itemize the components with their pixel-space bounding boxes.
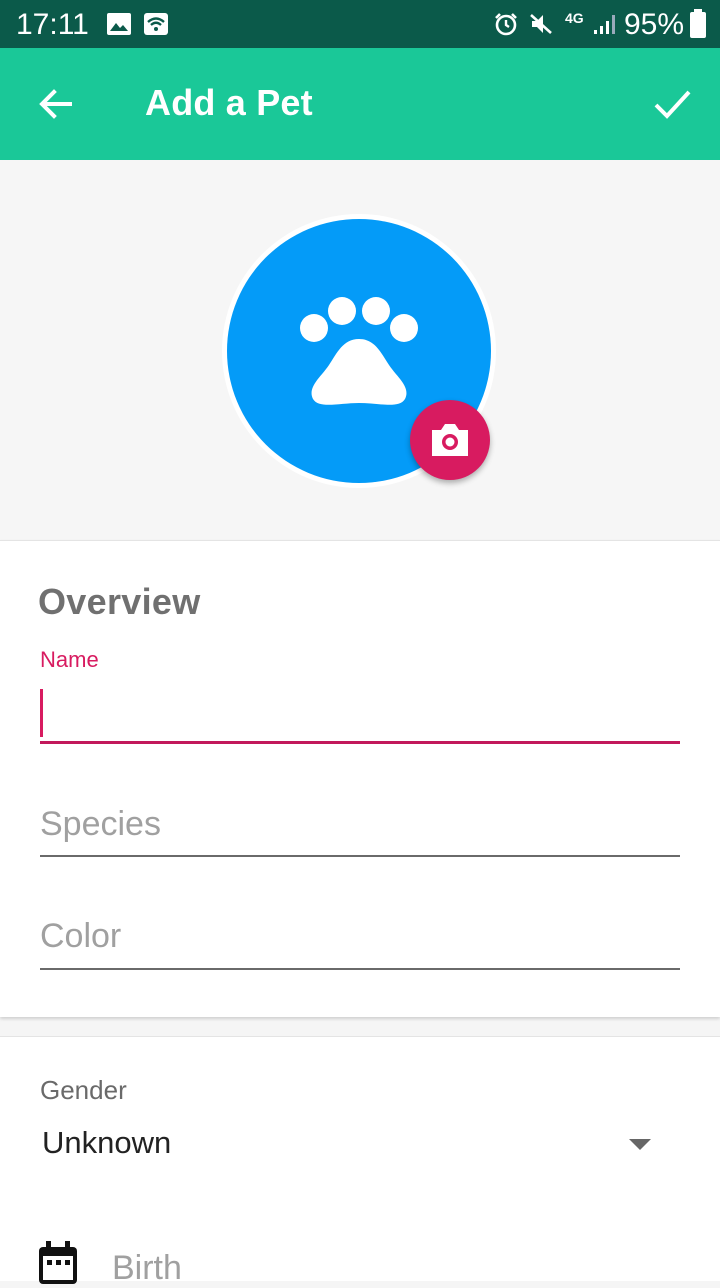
- species-underline: [40, 855, 680, 857]
- name-field[interactable]: [40, 741, 680, 744]
- overview-card: Overview Name Species Color: [0, 540, 720, 1017]
- text-cursor: [40, 689, 43, 737]
- pet-photo-header: [0, 160, 720, 540]
- gender-select[interactable]: Unknown: [42, 1125, 171, 1161]
- status-time: 17:11: [16, 8, 89, 41]
- image-notification-icon: [107, 13, 131, 35]
- species-field[interactable]: Species: [40, 805, 161, 844]
- details-card: Gender Unknown Birth: [0, 1036, 720, 1287]
- mute-icon: [530, 14, 552, 34]
- color-underline: [40, 968, 680, 970]
- birth-field[interactable]: Birth: [112, 1249, 182, 1288]
- page-title: Add a Pet: [145, 82, 313, 123]
- camera-button[interactable]: [410, 400, 490, 480]
- calendar-icon[interactable]: [38, 1241, 78, 1285]
- app-bar: Add a Pet: [0, 48, 720, 160]
- camera-icon: [432, 424, 468, 456]
- network-type: 4G: [565, 10, 584, 26]
- name-label: Name: [40, 647, 99, 672]
- paw-icon: [300, 297, 418, 405]
- battery-percent: 95%: [623, 8, 684, 41]
- battery-icon: [690, 9, 706, 38]
- gender-label: Gender: [40, 1075, 127, 1105]
- status-bar: 17:11 4G 95%: [0, 0, 720, 48]
- signal-icon: [594, 15, 615, 34]
- color-field[interactable]: Color: [40, 917, 121, 956]
- back-arrow-icon[interactable]: [36, 84, 76, 124]
- chevron-down-icon[interactable]: [629, 1139, 651, 1150]
- check-save-icon[interactable]: [652, 84, 692, 124]
- wifi-notification-icon: [144, 13, 168, 35]
- overview-heading: Overview: [38, 581, 201, 622]
- alarm-icon: [495, 13, 517, 36]
